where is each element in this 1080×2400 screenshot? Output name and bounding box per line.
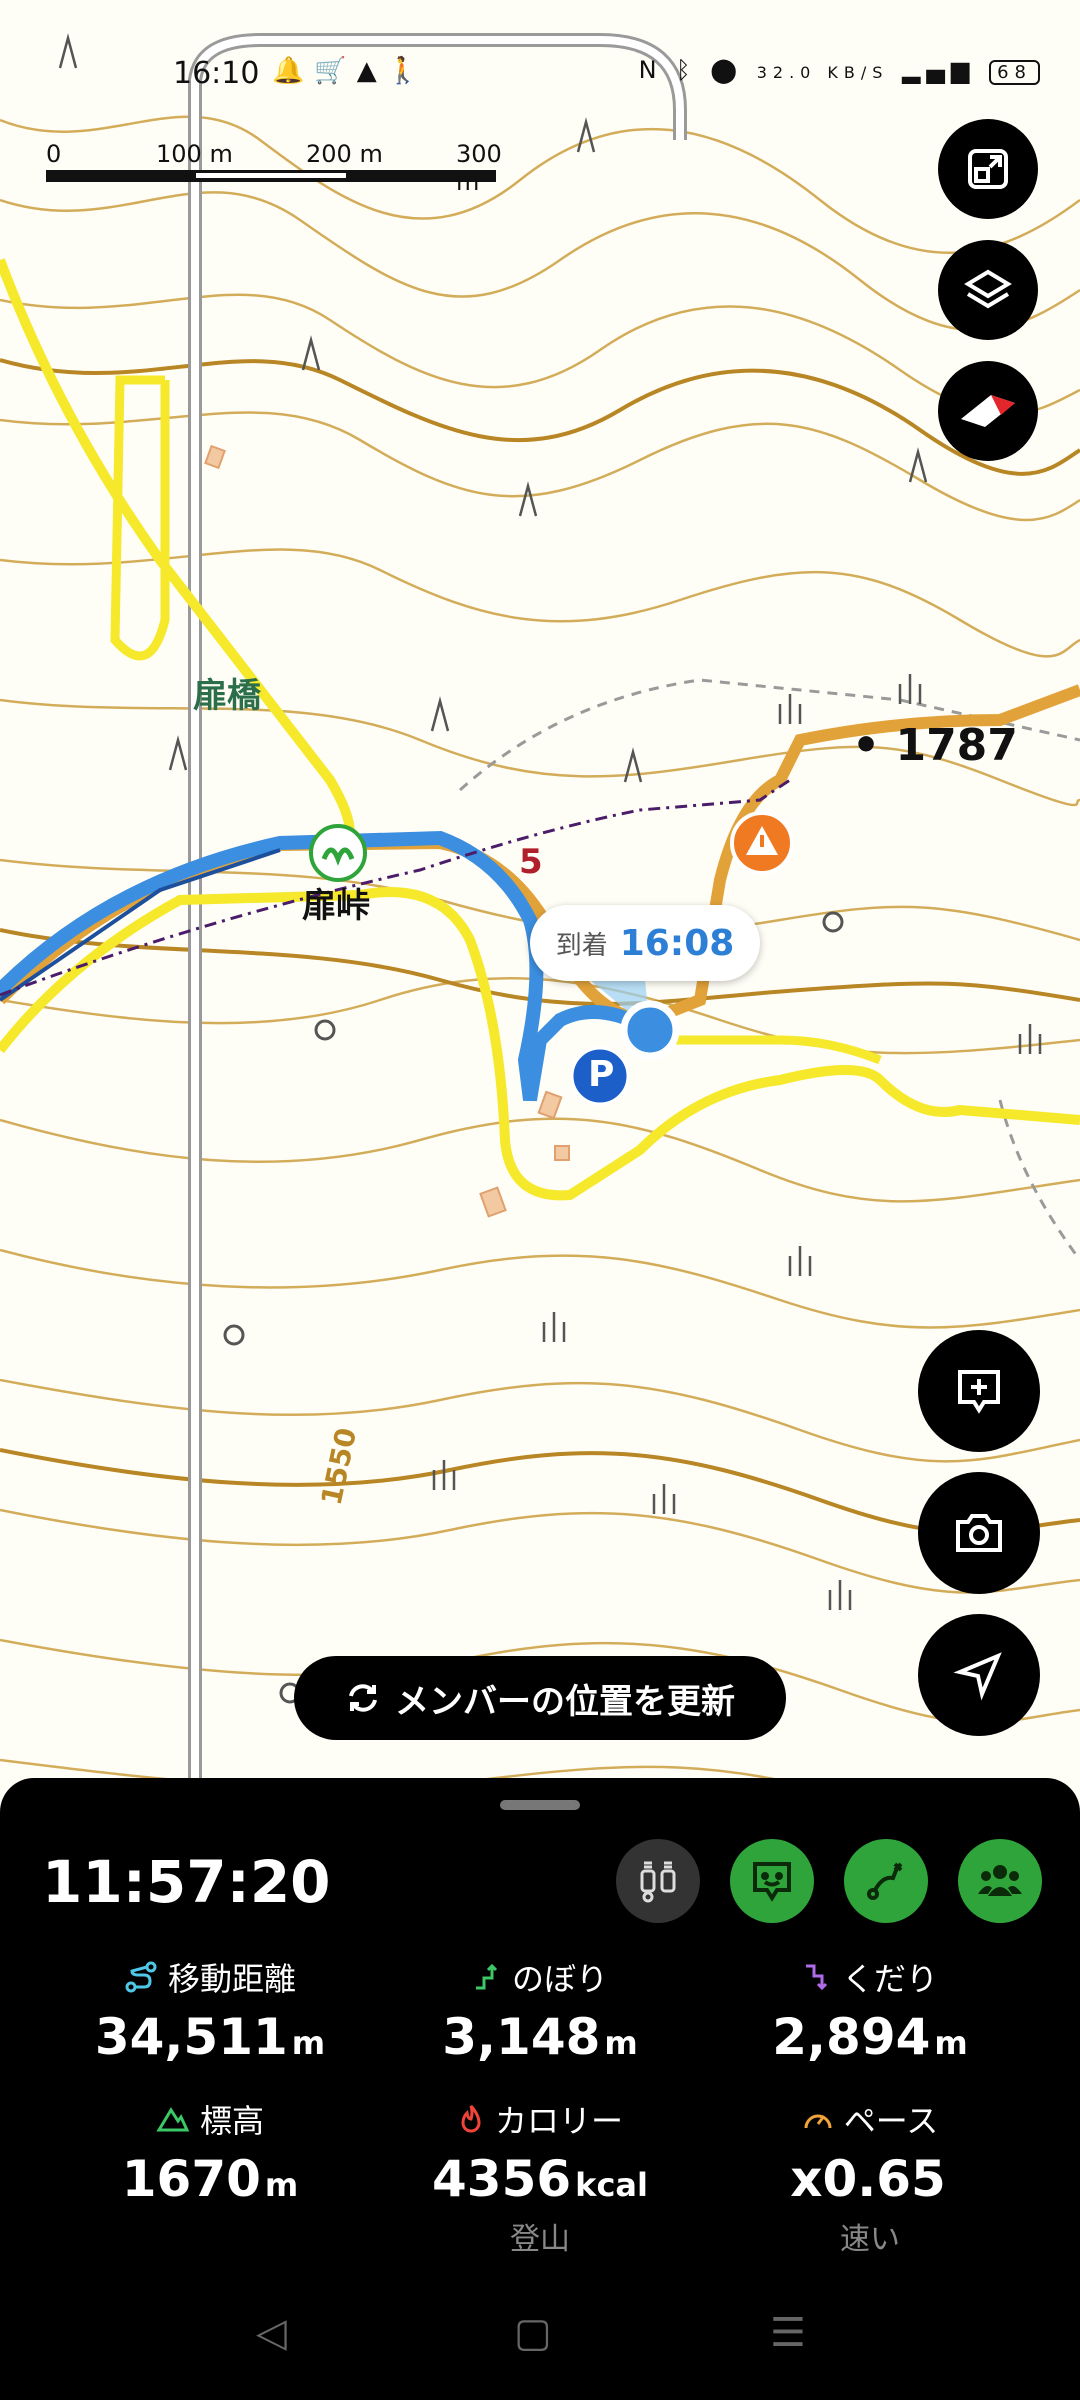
- peak-elevation-label: • 1787: [852, 720, 1018, 771]
- stat-altitude: 標高 1670 m: [30, 2096, 390, 2208]
- compass-icon: [961, 395, 1015, 427]
- current-location: [620, 1000, 680, 1060]
- stat-calories: カロリー 4356 kcal 登山: [360, 2096, 720, 2258]
- status-bar: 16:10 🔔🛒▲🚶 N ᛒ ⬤ 32.0 KB/S ▂▄▆ 68: [0, 52, 1080, 92]
- layers-icon: [964, 269, 1012, 309]
- calories-unit: kcal: [575, 2166, 648, 2204]
- distance-value: 34,511: [94, 2008, 288, 2066]
- assistant-icon: [753, 1862, 791, 1902]
- signal-icon: ▂▄▆: [902, 56, 976, 84]
- route-icon: [867, 1862, 903, 1900]
- stat-descent: くだり 2,894 m: [690, 1954, 1050, 2066]
- hazard-marker: [730, 811, 794, 875]
- scale-label-300: 300 m: [456, 140, 502, 196]
- eta-time: 16:08: [619, 922, 735, 964]
- altitude-label: 標高: [199, 2102, 264, 2140]
- sensor-icon: [640, 1861, 676, 1903]
- back-icon: ◁: [256, 2310, 287, 2356]
- stat-distance: 移動距離 34,511 m: [30, 1954, 390, 2066]
- location-icon: ⬤: [710, 56, 744, 84]
- warning-icon: ▲: [356, 56, 387, 86]
- refresh-icon: [349, 1684, 377, 1712]
- update-members-label: メンバーの位置を更新: [395, 1681, 735, 1722]
- nfc-icon: N: [638, 56, 663, 84]
- route-button[interactable]: [844, 1839, 928, 1923]
- calories-activity-type: 登山: [510, 2222, 570, 2257]
- mountain-icon: [156, 2107, 190, 2132]
- fullscreen-exit-icon: [968, 149, 1008, 189]
- system-icons: N ᛒ ⬤ 32.0 KB/S ▂▄▆ 68: [638, 56, 1040, 85]
- fullscreen-button[interactable]: [938, 119, 1038, 219]
- home-icon: ▢: [514, 2310, 552, 2356]
- navigation-button[interactable]: [918, 1614, 1040, 1736]
- activity-panel: 11:57:20 移動距離 34,511 m のぼり 3,148 m くだり 2,8…: [0, 1778, 1080, 2400]
- pace-label: ペース: [843, 2102, 939, 2140]
- menu-icon: ☰: [770, 2310, 806, 2356]
- distance-icon: [125, 1961, 157, 1993]
- bluetooth-icon: ᛒ: [676, 56, 697, 84]
- sheet-drag-handle[interactable]: [500, 1800, 580, 1810]
- calories-label: カロリー: [494, 2102, 623, 2140]
- eta-bubble[interactable]: 到着 16:08: [530, 905, 760, 981]
- altitude-value: 1670: [121, 2150, 261, 2208]
- ascent-unit: m: [604, 2024, 638, 2062]
- place-label-bridge: 扉橋: [193, 676, 261, 716]
- cart-icon: 🛒: [314, 56, 357, 86]
- pass-marker: [309, 824, 367, 882]
- battery-indicator: 68: [989, 60, 1040, 85]
- camera-icon: [956, 1514, 1002, 1552]
- home-nav-button[interactable]: ▢: [514, 2310, 552, 2356]
- flame-icon: [461, 2105, 481, 2133]
- elapsed-time: 11:57:20: [42, 1848, 331, 1916]
- distance-label: 移動距離: [167, 1960, 296, 1998]
- scale-label-0: 0: [46, 140, 62, 168]
- building-markers: [204, 444, 570, 1218]
- route-number-label: 5: [519, 842, 543, 882]
- parking-label[interactable]: P: [588, 1054, 614, 1095]
- speedometer-icon: [804, 2114, 832, 2129]
- descent-label: くだり: [841, 1960, 938, 1998]
- descent-unit: m: [934, 2024, 968, 2062]
- pace-value: x0.65: [790, 2150, 946, 2208]
- assistant-button[interactable]: [730, 1839, 814, 1923]
- notification-icons: 🔔🛒▲🚶: [272, 56, 429, 86]
- descent-icon: [805, 1964, 828, 1991]
- scale-label-200: 200 m: [306, 140, 383, 168]
- recents-nav-button[interactable]: ☰: [770, 2310, 806, 2356]
- ascent-label: のぼり: [511, 1960, 608, 1998]
- system-nav-bar: ◁ ▢ ☰: [0, 2310, 1080, 2370]
- descent-value: 2,894: [772, 2008, 931, 2066]
- group-button[interactable]: [958, 1839, 1042, 1923]
- add-memo-button[interactable]: [918, 1330, 1040, 1452]
- network-speed: 32.0 KB/S: [756, 63, 889, 82]
- sensor-button[interactable]: [616, 1839, 700, 1923]
- stat-ascent: のぼり 3,148 m: [360, 1954, 720, 2066]
- add-memo-icon: [958, 1370, 1000, 1414]
- bell-icon: 🔔: [272, 56, 315, 86]
- scale-bar-line: [46, 170, 496, 182]
- pace-rating: 速い: [840, 2222, 900, 2257]
- camera-button[interactable]: [918, 1472, 1040, 1594]
- stat-pace: ペース x0.65 速い: [690, 2096, 1050, 2258]
- distance-unit: m: [291, 2024, 326, 2062]
- eta-label: 到着: [555, 930, 608, 961]
- ascent-icon: [475, 1963, 498, 1990]
- update-members-button[interactable]: メンバーの位置を更新: [294, 1656, 786, 1740]
- person-icon: 🚶: [386, 56, 430, 86]
- map-scale-bar: 0 100 m 200 m 300 m: [46, 140, 502, 196]
- altitude-unit: m: [264, 2166, 299, 2204]
- battery-level: 68: [997, 62, 1032, 83]
- scale-label-100: 100 m: [156, 140, 233, 168]
- place-label-pass: 扉峠: [302, 886, 370, 926]
- compass-button[interactable]: [938, 361, 1038, 461]
- group-icon: [978, 1865, 1022, 1896]
- back-nav-button[interactable]: ◁: [256, 2310, 287, 2356]
- calories-value: 4356: [432, 2150, 572, 2208]
- yellow-road-north: [0, 258, 355, 853]
- navigation-icon: [953, 1652, 1002, 1701]
- vegetation-symbols: [432, 674, 1042, 1610]
- layers-button[interactable]: [938, 240, 1038, 340]
- status-time: 16:10: [173, 56, 260, 91]
- ascent-value: 3,148: [442, 2008, 601, 2066]
